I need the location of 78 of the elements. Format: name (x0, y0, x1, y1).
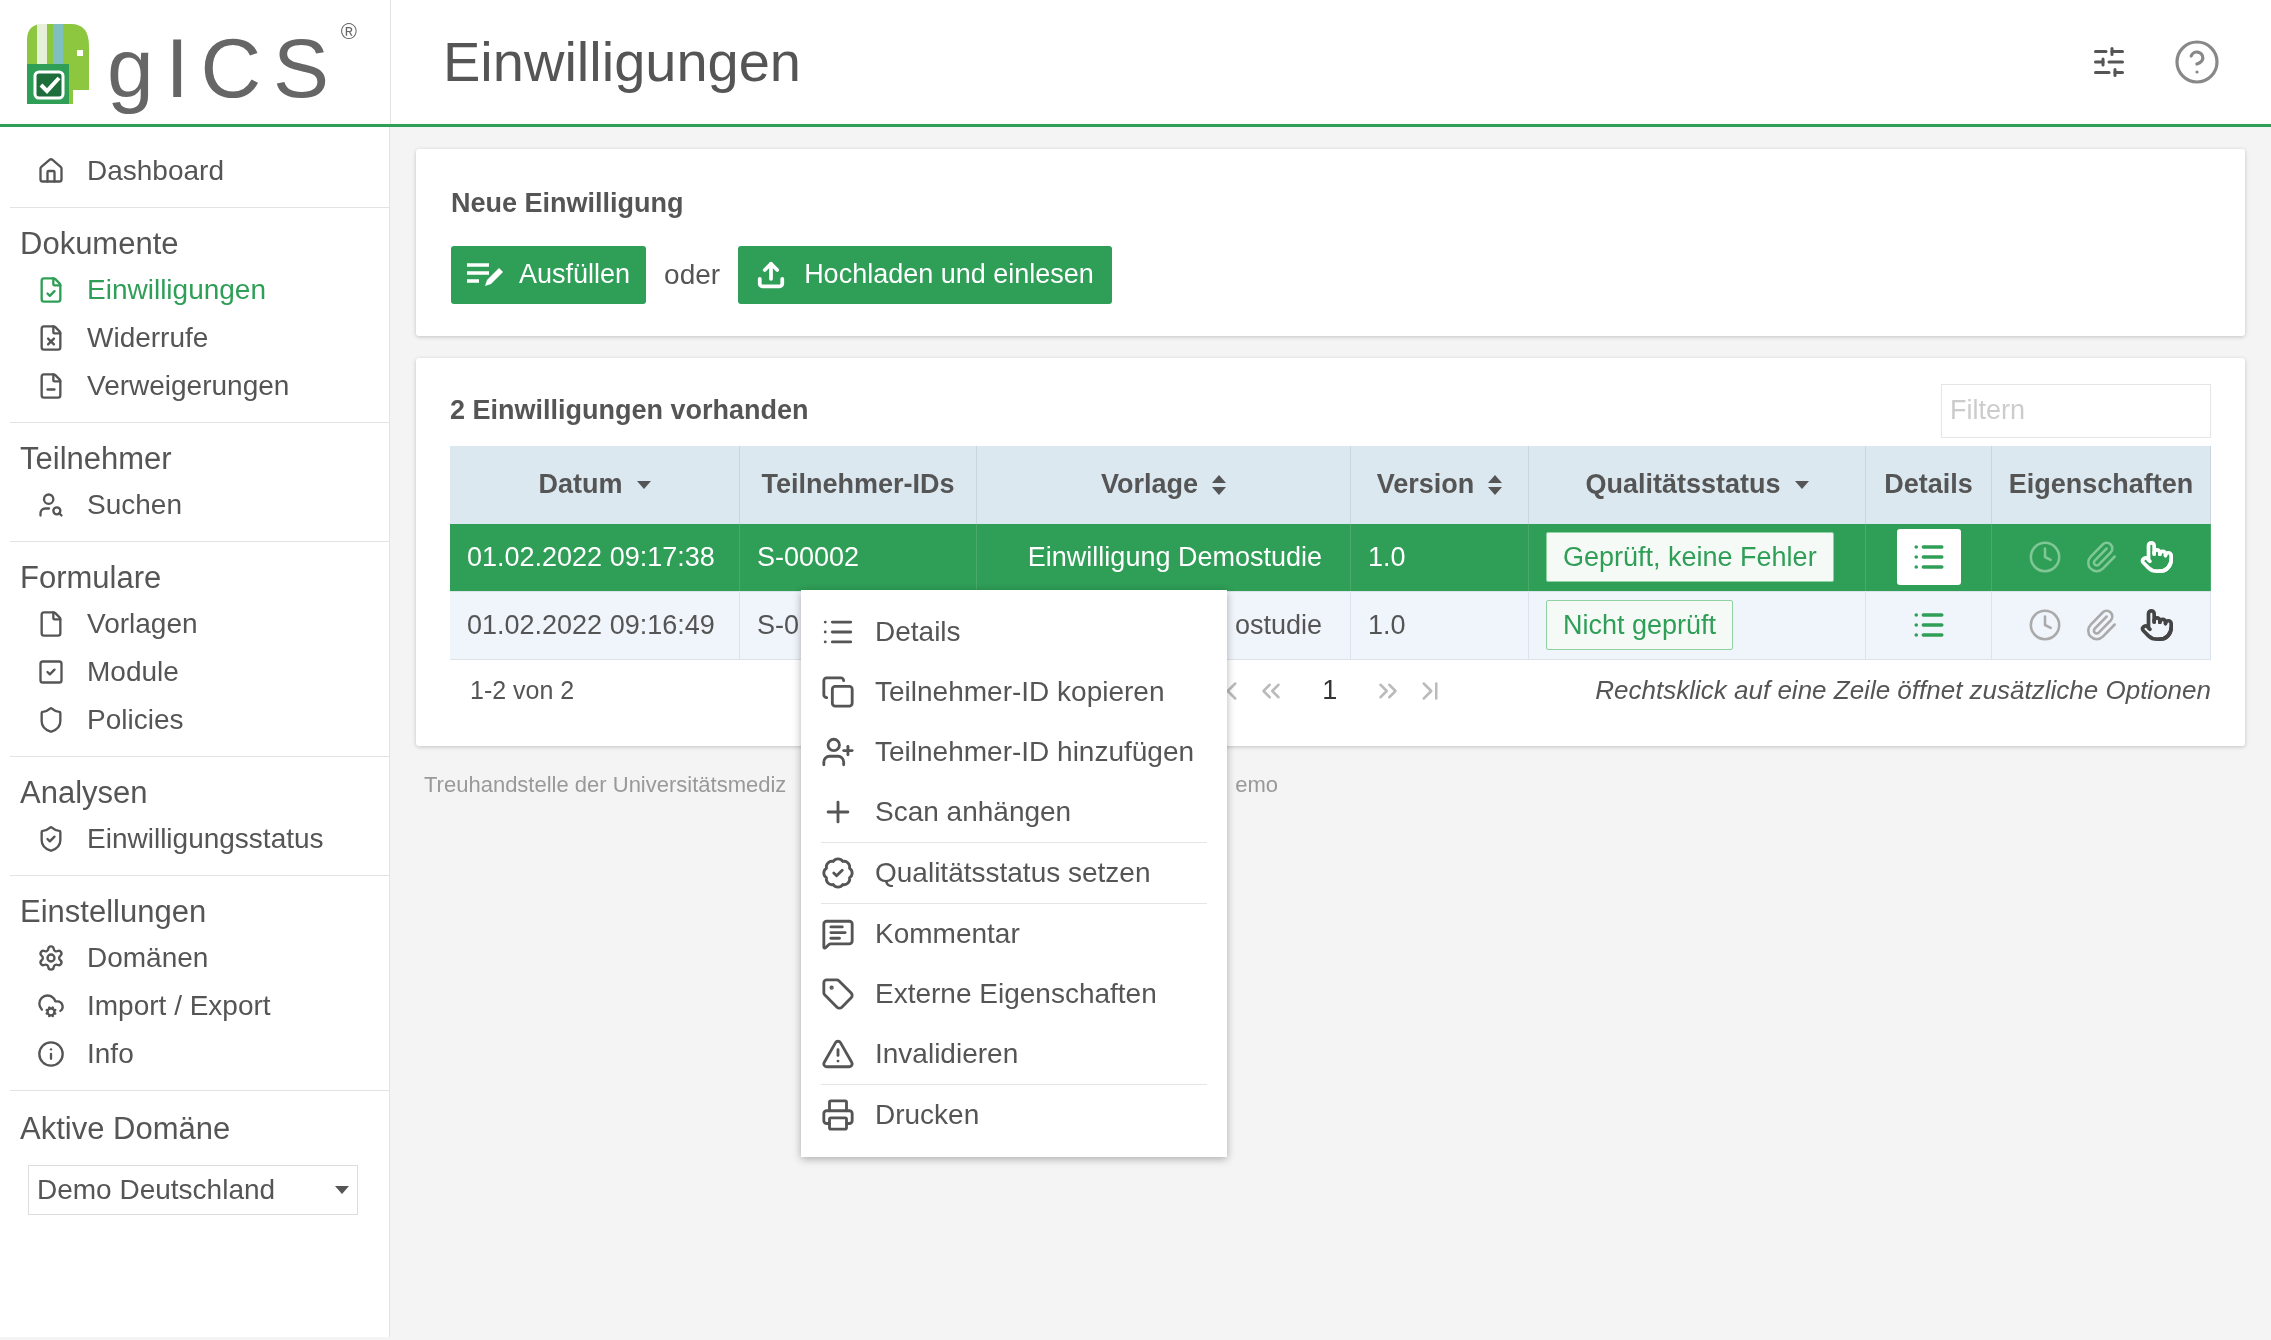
table-cell: 01.02.2022 09:16:49 (450, 591, 740, 659)
right-click-hint: Rechtsklick auf eine Zeile öffnet zusätzliche Optionen (1594, 674, 2211, 707)
menu-item[interactable]: Kommentar (821, 904, 1207, 964)
card-title: 2 Einwilligungen vorhanden (450, 394, 810, 428)
separator-text: oder (664, 257, 721, 292)
column-header[interactable]: Teilnehmer-IDs (740, 445, 977, 524)
paperclip-icon[interactable] (2084, 540, 2118, 574)
card-title: Neue Einwilligung (451, 187, 685, 220)
upload-icon (756, 259, 787, 290)
pagination-range: 1-2 von 2 (470, 674, 575, 706)
nav-item[interactable]: Domänen (10, 934, 389, 982)
dropdown-caret-icon (1794, 480, 1809, 489)
section-heading: Teilnehmer (19, 440, 173, 478)
registered-mark: ® (340, 20, 357, 44)
house-icon (37, 157, 65, 185)
nav-item[interactable]: Widerrufe (10, 314, 389, 362)
badge-check-icon (821, 856, 855, 890)
menu-item[interactable]: Drucken (821, 1085, 1207, 1145)
checkbox-icon (37, 658, 65, 686)
sort-icon (1212, 474, 1226, 495)
menu-item[interactable]: Externe Eigenschaften (821, 964, 1207, 1024)
column-header[interactable]: Qualitätsstatus (1529, 445, 1866, 524)
column-header[interactable]: Vorlage (977, 445, 1351, 524)
table-cell: 01.02.2022 09:17:38 (450, 523, 740, 591)
status-badge: Geprüft, keine Fehler (1546, 532, 1834, 582)
column-header[interactable]: Datum (450, 445, 740, 524)
column-header[interactable]: Details (1866, 445, 1992, 524)
help-icon[interactable] (2173, 38, 2221, 86)
footer-text: Treuhandstelle der Universitätsmediz (424, 770, 788, 799)
menu-item[interactable]: Qualitätsstatus setzen (821, 843, 1207, 903)
column-header[interactable]: Eigenschaften (1992, 445, 2211, 524)
user-search-icon (37, 491, 65, 519)
tag-icon (821, 977, 855, 1011)
pointer-hand-icon[interactable] (2140, 608, 2174, 642)
menu-item[interactable]: Teilnehmer-ID kopieren (821, 662, 1207, 722)
nav-item[interactable]: Module (10, 648, 389, 696)
nav-item[interactable]: Verweigerungen (10, 362, 389, 410)
menu-item[interactable]: Teilnehmer-ID hinzufügen (821, 722, 1207, 782)
column-header[interactable]: Version (1351, 445, 1529, 524)
menu-item[interactable]: Scan anhängen (821, 782, 1207, 842)
nav-item[interactable]: Suchen (10, 481, 389, 529)
page-number[interactable]: 1 (1298, 670, 1362, 711)
nav-item[interactable]: Import / Export (10, 982, 389, 1030)
status-badge: Nicht geprüft (1546, 600, 1734, 650)
nav-item[interactable]: Policies (10, 696, 389, 744)
details-button[interactable] (1896, 529, 1961, 585)
copy-icon (821, 675, 855, 709)
section-heading: Aktive Domäne (19, 1110, 232, 1148)
info-icon (37, 1040, 65, 1068)
section-heading: Dokumente (19, 225, 180, 263)
edit-lines-icon (467, 261, 503, 288)
paperclip-icon[interactable] (2084, 608, 2118, 642)
section-heading: Einstellungen (19, 893, 208, 931)
user-plus-icon (821, 735, 855, 769)
nav-item[interactable]: Einwilligungsstatus (10, 815, 389, 863)
nav-item[interactable]: Dashboard (10, 147, 389, 195)
clock-icon[interactable] (2028, 540, 2062, 574)
table-cell: 1.0 (1351, 523, 1529, 591)
section-heading: Analysen (19, 774, 149, 812)
cloud-gear-icon (37, 992, 65, 1020)
footer-text: emo (1235, 770, 1278, 799)
sliders-icon[interactable] (2091, 44, 2127, 80)
section-heading: Formulare (19, 559, 163, 597)
warning-icon (821, 1037, 855, 1071)
menu-item[interactable]: Invalidieren (821, 1024, 1207, 1084)
dropdown-caret-icon (335, 1186, 349, 1194)
clock-icon[interactable] (2028, 608, 2062, 642)
sort-down-icon (636, 480, 651, 489)
table-cell: 1.0 (1351, 591, 1529, 659)
sort-icon (1488, 474, 1503, 495)
comment-icon (821, 917, 855, 951)
settings-icon (37, 944, 65, 972)
nav-item[interactable]: Info (10, 1030, 389, 1078)
printer-icon (821, 1098, 855, 1132)
domain-select[interactable]: Demo Deutschland (28, 1165, 358, 1215)
page-title: Einwilligungen (443, 29, 802, 95)
logo-text: gICS (107, 20, 341, 116)
nav-item[interactable]: Vorlagen (10, 600, 389, 648)
